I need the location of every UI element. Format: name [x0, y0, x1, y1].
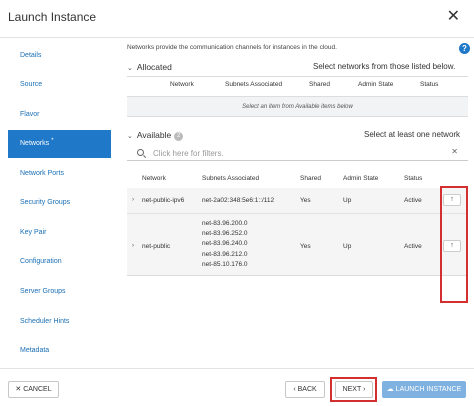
sidebar-item-label: Configuration [20, 258, 62, 265]
available-toggle[interactable]: ⌄ Available 2 [127, 130, 184, 141]
highlight-box [330, 377, 377, 402]
allocated-col-subnets: Subnets Associated [225, 81, 283, 88]
sidebar-item-flavor[interactable]: Flavor [8, 101, 111, 129]
filter-bar: ✕ [127, 147, 468, 161]
allocated-col-admin-state: Admin State [358, 81, 394, 88]
available-col-network: Network [142, 175, 166, 182]
subnet: net-83.96.240.0 [202, 240, 248, 248]
subnet: net-2a02:348:5e6:1::/112 [202, 197, 275, 204]
sidebar-item-label: Flavor [20, 111, 40, 118]
sidebar-item-label: Networks [20, 140, 50, 147]
sidebar-item-label: Scheduler Hints [20, 318, 70, 325]
subnet: net-83.96.212.0 [202, 250, 248, 258]
subnet: net-83.96.200.0 [202, 220, 248, 227]
launch-instance-label: LAUNCH INSTANCE [395, 386, 462, 393]
admin-state-value: Up [343, 197, 352, 204]
sidebar-item-metadata[interactable]: Metadata [8, 337, 111, 365]
allocated-col-status: Status [420, 81, 439, 88]
table-row: › net-public net-83.96.200.0 net-83.96.2… [127, 213, 468, 275]
help-icon[interactable]: ? [459, 43, 470, 54]
wizard-sidebar: Details Source Flavor Networks * Network … [0, 38, 118, 368]
clear-filter-icon[interactable]: ✕ [451, 147, 458, 156]
back-button[interactable]: ‹ BACK [285, 381, 325, 398]
sidebar-item-details[interactable]: Details [8, 42, 111, 70]
available-col-admin-state: Admin State [343, 175, 379, 182]
sidebar-item-networks[interactable]: Networks * [8, 130, 111, 158]
modal-title: Launch Instance [8, 10, 97, 24]
filter-input[interactable] [153, 147, 443, 159]
sidebar-item-label: Details [20, 52, 42, 59]
shared-value: Yes [300, 197, 311, 204]
sidebar-item-label: Key Pair [20, 229, 47, 236]
table-row: › net-public-ipv6 net-2a02:348:5e6:1::/1… [127, 188, 468, 213]
sidebar-item-label: Source [20, 81, 43, 88]
cancel-button[interactable]: ✕ CANCEL [8, 381, 59, 398]
chevron-down-icon: ⌄ [127, 65, 133, 72]
allocated-col-shared: Shared [309, 81, 330, 88]
available-count-badge: 2 [174, 132, 184, 141]
chevron-right-icon[interactable]: › [132, 197, 134, 203]
sidebar-item-scheduler-hints[interactable]: Scheduler Hints [8, 308, 111, 336]
sidebar-item-label: Server Groups [20, 288, 66, 295]
close-icon[interactable]: ✕ [447, 6, 460, 26]
modal-header: Launch Instance ✕ [0, 0, 474, 38]
divider [127, 275, 468, 276]
available-title: Available [136, 130, 172, 140]
chevron-down-icon: ⌄ [127, 133, 133, 140]
subnet: net-83.96.252.0 [202, 230, 248, 238]
divider [127, 76, 468, 77]
sidebar-item-source[interactable]: Source [8, 71, 111, 99]
sidebar-item-security-groups[interactable]: Security Groups [8, 189, 111, 217]
search-icon [137, 149, 144, 156]
highlight-box [440, 186, 468, 303]
subnet-list: net-83.96.200.0 net-83.96.252.0 net-83.9… [202, 220, 248, 271]
allocated-toggle[interactable]: ⌄ Allocated [127, 62, 172, 72]
available-col-status: Status [404, 175, 423, 182]
allocated-hint: Select networks from those listed below. [313, 62, 456, 71]
allocated-title: Allocated [136, 62, 172, 72]
chevron-right-icon[interactable]: › [132, 243, 134, 249]
subnet: net-85.10.176.0 [202, 260, 248, 268]
allocated-col-network: Network [170, 81, 194, 88]
cloud-upload-icon: ☁ [386, 386, 394, 393]
available-hint: Select at least one network [364, 130, 461, 139]
shared-value: Yes [300, 243, 311, 250]
sidebar-item-server-groups[interactable]: Server Groups [8, 278, 111, 306]
sidebar-item-label: Security Groups [20, 199, 71, 206]
intro-text: Networks provide the communication chann… [127, 44, 337, 51]
admin-state-value: Up [343, 243, 352, 250]
status-value: Active [404, 197, 422, 204]
launch-instance-button[interactable]: ☁ LAUNCH INSTANCE [382, 381, 466, 398]
footer-divider [0, 368, 474, 369]
status-value: Active [404, 243, 422, 250]
available-col-subnets: Subnets Associated [202, 175, 260, 182]
network-name: net-public-ipv6 [142, 197, 185, 204]
sidebar-item-label: Metadata [20, 347, 50, 354]
sidebar-item-configuration[interactable]: Configuration [8, 248, 111, 276]
sidebar-item-key-pair[interactable]: Key Pair [8, 219, 111, 247]
network-name: net-public [142, 243, 171, 250]
required-mark: * [51, 138, 54, 144]
sidebar-item-label: Network Ports [20, 170, 64, 177]
sidebar-item-network-ports[interactable]: Network Ports [8, 160, 111, 188]
available-col-shared: Shared [300, 175, 321, 182]
allocated-empty-message: Select an item from Available items belo… [127, 96, 468, 117]
